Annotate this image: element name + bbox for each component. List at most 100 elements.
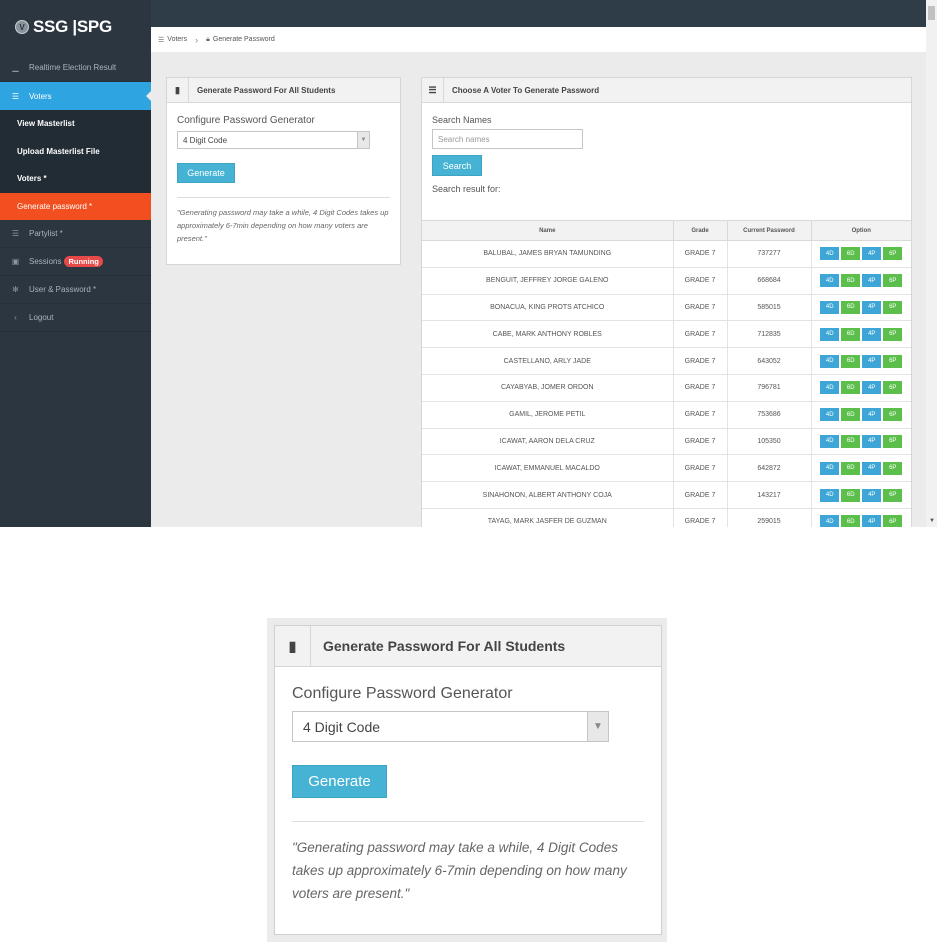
brand-name: SSG |SPG [33, 17, 112, 36]
password-type-select[interactable]: 4 Digit Code ▼ [292, 711, 609, 742]
generate-4p-button[interactable]: 4P [862, 488, 882, 502]
table-row: GAMIL, JEROME PETIL GRADE 7 753686 4D 6D 4P 6P [422, 401, 911, 429]
generate-4p-button[interactable]: 4P [862, 300, 882, 314]
column-header-grade[interactable]: Grade [673, 220, 728, 241]
generate-6p-button[interactable]: 6P [883, 247, 903, 261]
generate-4p-button[interactable]: 4P [862, 515, 882, 527]
table-row: BALUBAL, JAMES BRYAN TAMUNDING GRADE 7 737… [422, 240, 911, 268]
generate-4p-button[interactable]: 4P [862, 354, 882, 368]
table-row: CABE, MARK ANTHONY ROBLES GRADE 7 712835 4D… [422, 320, 911, 349]
generate-4d-button[interactable]: 4D [820, 488, 840, 502]
generate-6p-button[interactable]: 6P [883, 434, 903, 448]
list-icon: ☰ [422, 78, 444, 102]
sidebar: ▁ Realtime Election Result ☰ Voters View… [0, 54, 151, 527]
scroll-down-icon[interactable]: ▼ [929, 518, 935, 524]
generate-4d-button[interactable]: 4D [820, 327, 840, 341]
generation-note: "Generating password may take a while, 4… [177, 208, 389, 243]
generate-4p-button[interactable]: 4P [862, 408, 882, 422]
generate-6p-button[interactable]: 6P [883, 408, 903, 422]
generate-6d-button[interactable]: 6D [841, 408, 861, 422]
list-icon: ☰ [158, 36, 165, 44]
sidebar-item-logout[interactable]: ‹ Logout [0, 304, 151, 332]
generate-password-panel: ▮ Generate Password For All Students Con… [166, 77, 401, 265]
scrollbar-thumb[interactable] [928, 6, 935, 20]
panel-title: Generate Password For All Students [323, 638, 566, 654]
sidebar-item-user-password[interactable]: ✻ User & Password * [0, 276, 151, 304]
brand-logo[interactable]: V SSG |SPG [0, 0, 151, 54]
sidebar-item-partylist[interactable]: ☰ Partylist * [0, 220, 151, 248]
cell-name: ICAWAT, EMMANUEL MACALDO [422, 454, 674, 483]
generate-6d-button[interactable]: 6D [841, 515, 861, 527]
divider [177, 197, 390, 198]
generate-6p-button[interactable]: 6P [883, 515, 903, 527]
generate-6d-button[interactable]: 6D [841, 461, 861, 475]
chevron-down-icon[interactable]: ▼ [587, 712, 608, 741]
generate-4d-button[interactable]: 4D [820, 461, 840, 475]
generate-4d-button[interactable]: 4D [820, 274, 840, 288]
generate-button[interactable]: Generate [292, 765, 387, 798]
generate-6p-button[interactable]: 6P [883, 354, 903, 368]
generate-4d-button[interactable]: 4D [820, 247, 840, 261]
sidebar-item-voters[interactable]: ☰ Voters [0, 82, 151, 110]
generate-4p-button[interactable]: 4P [862, 274, 882, 288]
generate-6p-button[interactable]: 6P [883, 461, 903, 475]
generate-6d-button[interactable]: 6D [841, 300, 861, 314]
generate-6d-button[interactable]: 6D [841, 247, 861, 261]
generate-6d-button[interactable]: 6D [841, 381, 861, 395]
chevron-right-icon: › [195, 34, 199, 45]
sidebar-subitem-view-masterlist[interactable]: View Masterlist [0, 110, 151, 138]
cell-name: CAYABYAB, JOMER ORDON [422, 374, 674, 402]
sidebar-item-label: User & Password * [29, 285, 97, 294]
generate-4d-button[interactable]: 4D [820, 434, 840, 448]
generate-4p-button[interactable]: 4P [862, 327, 882, 341]
sidebar-item-sessions[interactable]: ▣ Sessions Running [0, 248, 151, 276]
column-header-current-password[interactable]: Current Password [727, 220, 812, 241]
generate-6p-button[interactable]: 6P [883, 381, 903, 395]
page-scrollbar[interactable]: ▼ [926, 0, 937, 527]
generate-button[interactable]: Generate [177, 163, 235, 183]
generate-4p-button[interactable]: 4P [862, 434, 882, 448]
search-button[interactable]: Search [432, 155, 482, 176]
generate-6d-button[interactable]: 6D [841, 354, 861, 368]
sidebar-subitem-voters[interactable]: Voters * [0, 165, 151, 193]
cell-grade: GRADE 7 [673, 508, 728, 527]
search-input[interactable]: Search names [432, 129, 583, 149]
cell-options: 4D 6D 4P 6P [811, 240, 911, 268]
cell-password: 642872 [727, 454, 812, 483]
cell-name: TAYAG, MARK JASFER DE GUZMAN [422, 508, 674, 527]
config-label: Configure Password Generator [177, 115, 315, 126]
generate-6p-button[interactable]: 6P [883, 300, 903, 314]
generate-4d-button[interactable]: 4D [820, 408, 840, 422]
column-header-name[interactable]: Name [422, 220, 674, 241]
generate-6d-button[interactable]: 6D [841, 488, 861, 502]
breadcrumb: ☰ Voters › 🔒︎ Generate Password [151, 27, 926, 52]
generate-4p-button[interactable]: 4P [862, 381, 882, 395]
generate-4d-button[interactable]: 4D [820, 354, 840, 368]
sidebar-subitem-generate-password[interactable]: Generate password * [0, 192, 151, 220]
generate-6p-button[interactable]: 6P [883, 488, 903, 502]
generate-4p-button[interactable]: 4P [862, 461, 882, 475]
generate-6d-button[interactable]: 6D [841, 274, 861, 288]
generate-4d-button[interactable]: 4D [820, 515, 840, 527]
chevron-down-icon[interactable]: ▼ [357, 132, 369, 148]
generation-note: "Generating password may take a while, 4… [292, 840, 627, 901]
generate-6d-button[interactable]: 6D [841, 327, 861, 341]
generate-4p-button[interactable]: 4P [862, 247, 882, 261]
generate-6p-button[interactable]: 6P [883, 274, 903, 288]
panel-title: Generate Password For All Students [197, 85, 336, 95]
cell-grade: GRADE 7 [673, 267, 728, 295]
sidebar-subitem-upload-masterlist[interactable]: Upload Masterlist File [0, 137, 151, 165]
password-type-select[interactable]: 4 Digit Code ▼ [177, 131, 370, 149]
bookmark-icon: ▮ [275, 626, 311, 666]
sidebar-item-realtime-result[interactable]: ▁ Realtime Election Result [0, 54, 151, 82]
list-icon: ☰ [11, 229, 20, 238]
table-row: CAYABYAB, JOMER ORDON GRADE 7 796781 4D 6D 4P… [422, 374, 911, 402]
table-row: BENGUIT, JEFFREY JORGE GALENO GRADE 7 6686… [422, 267, 911, 295]
generate-6d-button[interactable]: 6D [841, 434, 861, 448]
panel-title: Choose A Voter To Generate Password [452, 85, 600, 95]
generate-4d-button[interactable]: 4D [820, 381, 840, 395]
voters-table: Name Grade Current Password Option BALUB… [422, 220, 911, 527]
breadcrumb-voters[interactable]: Voters [167, 36, 187, 43]
generate-4d-button[interactable]: 4D [820, 300, 840, 314]
generate-6p-button[interactable]: 6P [883, 327, 903, 341]
